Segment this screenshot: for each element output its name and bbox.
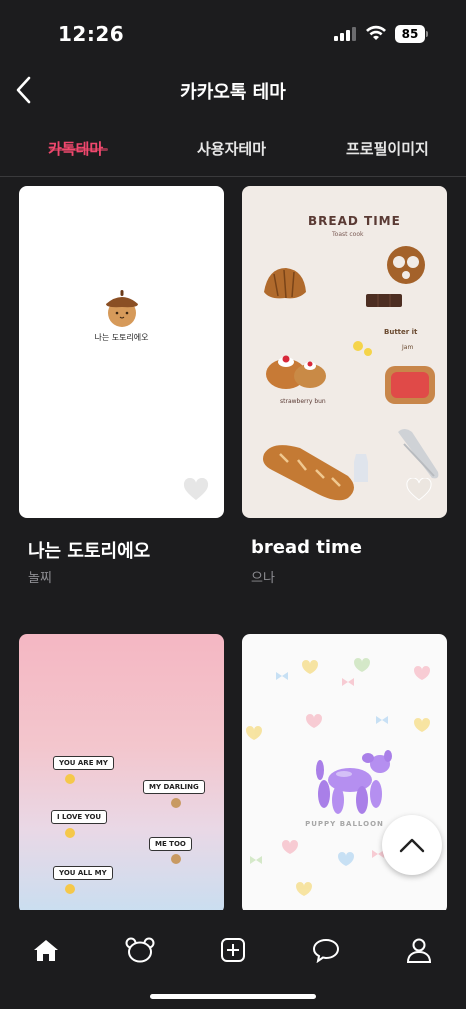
scroll-to-top-button[interactable] bbox=[382, 815, 442, 875]
tab-profile-image[interactable]: 프로필이미지 bbox=[346, 138, 429, 159]
bread-label-strawberry-bun: strawberry bun bbox=[280, 398, 326, 405]
home-icon bbox=[34, 940, 58, 961]
theme-author: 으나 bbox=[251, 571, 275, 586]
emoji-icon bbox=[65, 774, 75, 784]
acorn-character-icon bbox=[106, 290, 138, 327]
chevron-up-icon bbox=[399, 838, 425, 853]
theme-author: 놀찌 bbox=[28, 571, 52, 586]
like-heart-icon[interactable] bbox=[183, 478, 209, 502]
pretzel-image bbox=[387, 246, 425, 284]
emoji-icon bbox=[65, 884, 75, 894]
profile-icon bbox=[406, 938, 432, 963]
add-icon bbox=[221, 938, 245, 962]
monkey-emoji-icon bbox=[171, 798, 181, 808]
tab-divider bbox=[0, 176, 466, 177]
tab-active-indicator bbox=[50, 148, 108, 151]
chocolate-image bbox=[366, 294, 402, 307]
milk-image bbox=[354, 454, 368, 482]
bread-label-butter: Butter it bbox=[384, 328, 418, 336]
theme-title[interactable]: bread time bbox=[251, 537, 362, 558]
toast-image bbox=[385, 366, 435, 404]
butter-image bbox=[353, 341, 372, 356]
battery-tip bbox=[426, 31, 428, 37]
signal-icon bbox=[334, 27, 356, 41]
theme-title[interactable]: 나는 도토리에오 bbox=[28, 537, 150, 563]
strawberry-bun-image bbox=[266, 355, 326, 389]
wifi-icon bbox=[366, 25, 386, 40]
bottom-nav bbox=[0, 910, 466, 1009]
bear-icon bbox=[125, 937, 155, 963]
bread-label-jam: Jam bbox=[402, 344, 414, 351]
chat-bubble: MY DARLING bbox=[143, 780, 205, 794]
theme-card-sky-bubbles[interactable]: YOU ARE MY MY DARLING I LOVE YOU ME TOO … bbox=[19, 634, 224, 914]
battery-icon: 85 bbox=[395, 25, 425, 43]
status-time: 12:26 bbox=[58, 22, 125, 46]
tongs-image bbox=[398, 429, 439, 479]
chat-bubble: I LOVE YOU bbox=[51, 810, 108, 824]
bread-preview-subtitle: Toast cook bbox=[332, 231, 364, 238]
croissant-image bbox=[264, 268, 306, 299]
emoji-icon bbox=[65, 828, 75, 838]
tab-bar: 카톡테마 사용자테마 프로필이미지 bbox=[0, 126, 466, 176]
status-bar: 12:26 85 bbox=[0, 0, 466, 62]
balloon-dog-image bbox=[316, 750, 392, 814]
home-indicator bbox=[150, 994, 316, 999]
chat-icon bbox=[312, 938, 340, 963]
nav-theme[interactable] bbox=[120, 930, 160, 970]
chat-bubble: YOU ALL MY bbox=[53, 866, 113, 880]
app-header: 카카오톡 테마 bbox=[0, 62, 466, 118]
like-heart-icon[interactable] bbox=[406, 478, 432, 502]
nav-add[interactable] bbox=[213, 930, 253, 970]
nav-chat[interactable] bbox=[306, 930, 346, 970]
nav-home[interactable] bbox=[26, 930, 66, 970]
acorn-preview-text: 나는 도토리에오 bbox=[94, 333, 149, 342]
chat-bubble: YOU ARE MY bbox=[53, 756, 114, 770]
baguette-image bbox=[263, 445, 354, 501]
theme-card-bread-time[interactable]: BREAD TIME Toast cook Butter it Jam stra… bbox=[242, 186, 447, 518]
nav-profile[interactable] bbox=[399, 930, 439, 970]
tab-user-theme[interactable]: 사용자테마 bbox=[197, 138, 266, 159]
monkey-emoji-icon bbox=[171, 854, 181, 864]
chat-bubble: ME TOO bbox=[149, 837, 192, 851]
page-title: 카카오톡 테마 bbox=[180, 82, 286, 103]
theme-card-acorn[interactable]: 나는 도토리에오 bbox=[19, 186, 224, 518]
bread-preview-title: BREAD TIME bbox=[308, 214, 401, 228]
